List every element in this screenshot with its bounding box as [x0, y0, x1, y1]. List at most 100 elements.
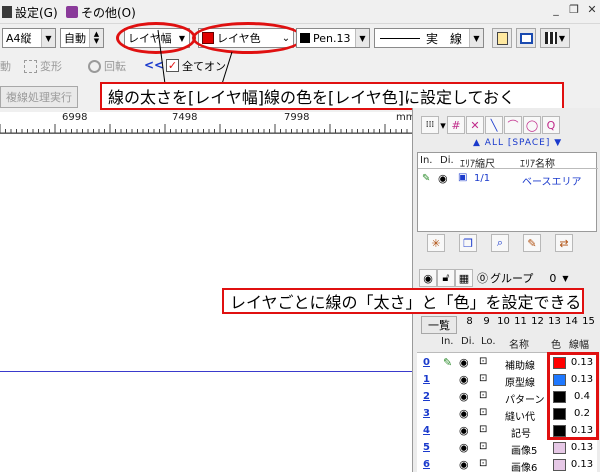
eye-icon[interactable]: ◉ — [459, 424, 469, 437]
layer-name: 補助線 — [505, 361, 535, 372]
lock-open-icon[interactable]: ⊡ — [479, 407, 487, 418]
eye-icon[interactable]: ◉ — [459, 407, 469, 420]
transfer-icon: ⇄ — [559, 236, 569, 250]
circle-tool-button[interactable]: ◯ — [523, 116, 541, 134]
eye-icon[interactable]: ◉ — [459, 458, 469, 471]
callout-line-settings: 線の太さを[レイヤ幅]線の色を[レイヤ色]に設定しておく — [100, 82, 564, 110]
cross-tool-button[interactable]: ✕ — [466, 116, 484, 134]
eye-icon[interactable]: ◉ — [459, 356, 469, 369]
layer-number[interactable]: 0 — [423, 357, 430, 368]
ruler-label-1: 6998 — [62, 112, 88, 123]
area-name: ベースエリア — [522, 177, 582, 188]
draw-tools-row: ⁞⁞⁞ ▾ # ✕ ╲ ⌒ ◯ Q — [421, 116, 597, 138]
column-number[interactable]: 9 — [478, 316, 495, 330]
layer-row[interactable]: 5 ◉ ⊡ 画像5 0.13 — [417, 440, 597, 457]
arc-tool-button[interactable]: ⌒ — [504, 116, 522, 134]
eye-icon[interactable]: ◉ — [459, 373, 469, 386]
eye-toggle-icon[interactable]: ◉ — [419, 269, 437, 287]
lock-icon[interactable]: 🔓︎ — [437, 269, 455, 287]
dot-grid-button[interactable]: ⁞⁞⁞ — [421, 116, 439, 134]
layer-header-di: Di. — [461, 336, 475, 347]
area-row[interactable]: ✎ ◉ ▣ 1/1 ベースエリア — [418, 171, 598, 188]
callout-line-settings-text: 線の太さを[レイヤ幅]線の色を[レイヤ色]に設定しておく — [108, 88, 516, 107]
column-number[interactable]: 8 — [461, 316, 478, 330]
layer-name: 縫い代 — [505, 412, 535, 423]
eye-icon[interactable]: ◉ — [459, 390, 469, 403]
layer-width[interactable]: 0.13 — [569, 442, 595, 453]
lock-open-icon[interactable]: ⊡ — [479, 458, 487, 469]
layer-name: 原型線 — [505, 378, 535, 389]
magnifier-icon: Q — [546, 118, 556, 132]
all-space-label[interactable]: ▲ ALL [SPACE] ▼ — [473, 138, 562, 148]
new-area-button[interactable]: ✳ — [427, 234, 445, 252]
drawing-line[interactable] — [0, 371, 412, 372]
area-table-header: In. Di. ｴﾘｱ縮尺 ｴﾘｱ名称 — [418, 153, 598, 170]
layer-row[interactable]: 6 ◉ ⊡ 画像6 0.13 — [417, 457, 597, 472]
area-header-name: ｴﾘｱ名称 — [520, 159, 555, 170]
dot-grid-icon: ⁞⁞⁞ — [425, 120, 435, 130]
layer-name: 記号 — [511, 429, 531, 440]
eye-icon[interactable]: ◉ — [459, 441, 469, 454]
layer-number[interactable]: 1 — [423, 374, 430, 385]
pencil-icon: ✎ — [443, 356, 453, 369]
layer-number[interactable]: 6 — [423, 459, 430, 470]
column-number-row: 8 9 10 11 12 13 14 15 — [461, 316, 597, 330]
pointer-line-width — [157, 29, 166, 85]
batch-process-button[interactable]: 複線処理実行 — [0, 86, 78, 108]
lock-open-icon[interactable]: ⊡ — [479, 441, 487, 452]
layer-header-width: 線幅 — [569, 340, 589, 351]
area-table: In. Di. ｴﾘｱ縮尺 ｴﾘｱ名称 ✎ ◉ ▣ 1/1 ベースエリア — [417, 152, 598, 232]
layer-number[interactable]: 3 — [423, 408, 430, 419]
layer-header-name: 名称 — [509, 340, 529, 351]
line-tool-button[interactable]: ╲ — [485, 116, 503, 134]
layer-number[interactable]: 5 — [423, 442, 430, 453]
lock-open-icon[interactable]: ⊡ — [479, 424, 487, 435]
eye-icon: ◉ — [438, 172, 448, 185]
group-label: グループ — [490, 272, 534, 285]
callout-layer-settings-text: レイヤごとに線の「太さ」と「色」を設定できる — [230, 293, 582, 312]
zoom-tool-button[interactable]: Q — [542, 116, 560, 134]
column-number[interactable]: 15 — [580, 316, 597, 330]
column-number[interactable]: 13 — [546, 316, 563, 330]
column-number[interactable]: 12 — [529, 316, 546, 330]
layer-number[interactable]: 2 — [423, 391, 430, 402]
arc-icon: ⌒ — [507, 119, 519, 132]
horizontal-ruler: 6998 7498 7998 mm — [0, 112, 415, 134]
layer-color-swatch[interactable] — [553, 459, 566, 471]
column-number[interactable]: 10 — [495, 316, 512, 330]
column-number[interactable]: 11 — [512, 316, 529, 330]
area-header-di: Di. — [440, 155, 454, 166]
area-actions: ✳ ❐ ⌕ ✎ ⇄ — [427, 234, 597, 256]
search-icon: ⌕ — [496, 236, 504, 249]
ruler-label-3: 7998 — [284, 112, 310, 123]
group-radio-icon[interactable]: ⓪ — [477, 270, 488, 286]
group-value[interactable]: 0 — [549, 272, 556, 285]
lock-open-icon[interactable]: ⊡ — [479, 390, 487, 401]
copy-area-button[interactable]: ❐ — [459, 234, 477, 252]
area-scale: 1/1 — [474, 173, 491, 184]
copy-icon: ❐ — [463, 236, 473, 250]
chevron-down-icon: ▼ — [562, 273, 569, 283]
grid-tool-button[interactable]: # — [447, 116, 465, 134]
edit-area-button[interactable]: ✎ — [523, 234, 541, 252]
area-header-in: In. — [420, 155, 433, 166]
layer-select-icon[interactable]: ▦ — [455, 269, 473, 287]
lock-open-icon[interactable]: ⊡ — [479, 356, 487, 367]
search-area-button[interactable]: ⌕ — [491, 234, 509, 252]
circle-icon: ◯ — [525, 118, 539, 132]
layer-number[interactable]: 4 — [423, 425, 430, 436]
lock-open-icon[interactable]: ⊡ — [479, 373, 487, 384]
layer-width[interactable]: 0.13 — [569, 459, 595, 470]
highlight-box-layer-settings — [547, 352, 599, 440]
layer-header-in: In. — [441, 336, 454, 347]
new-area-icon: ✳ — [431, 236, 441, 250]
layer-name: パターン — [505, 395, 545, 406]
grid-tool-icon: # — [451, 118, 461, 132]
layer-header-color: 色 — [551, 340, 561, 351]
column-number[interactable]: 14 — [563, 316, 580, 330]
layer-color-swatch[interactable] — [553, 442, 566, 454]
batch-process-label: 複線処理実行 — [6, 91, 72, 104]
pencil-icon: ✎ — [422, 173, 431, 184]
list-button[interactable]: 一覧 — [421, 316, 457, 334]
transfer-area-button[interactable]: ⇄ — [555, 234, 573, 252]
